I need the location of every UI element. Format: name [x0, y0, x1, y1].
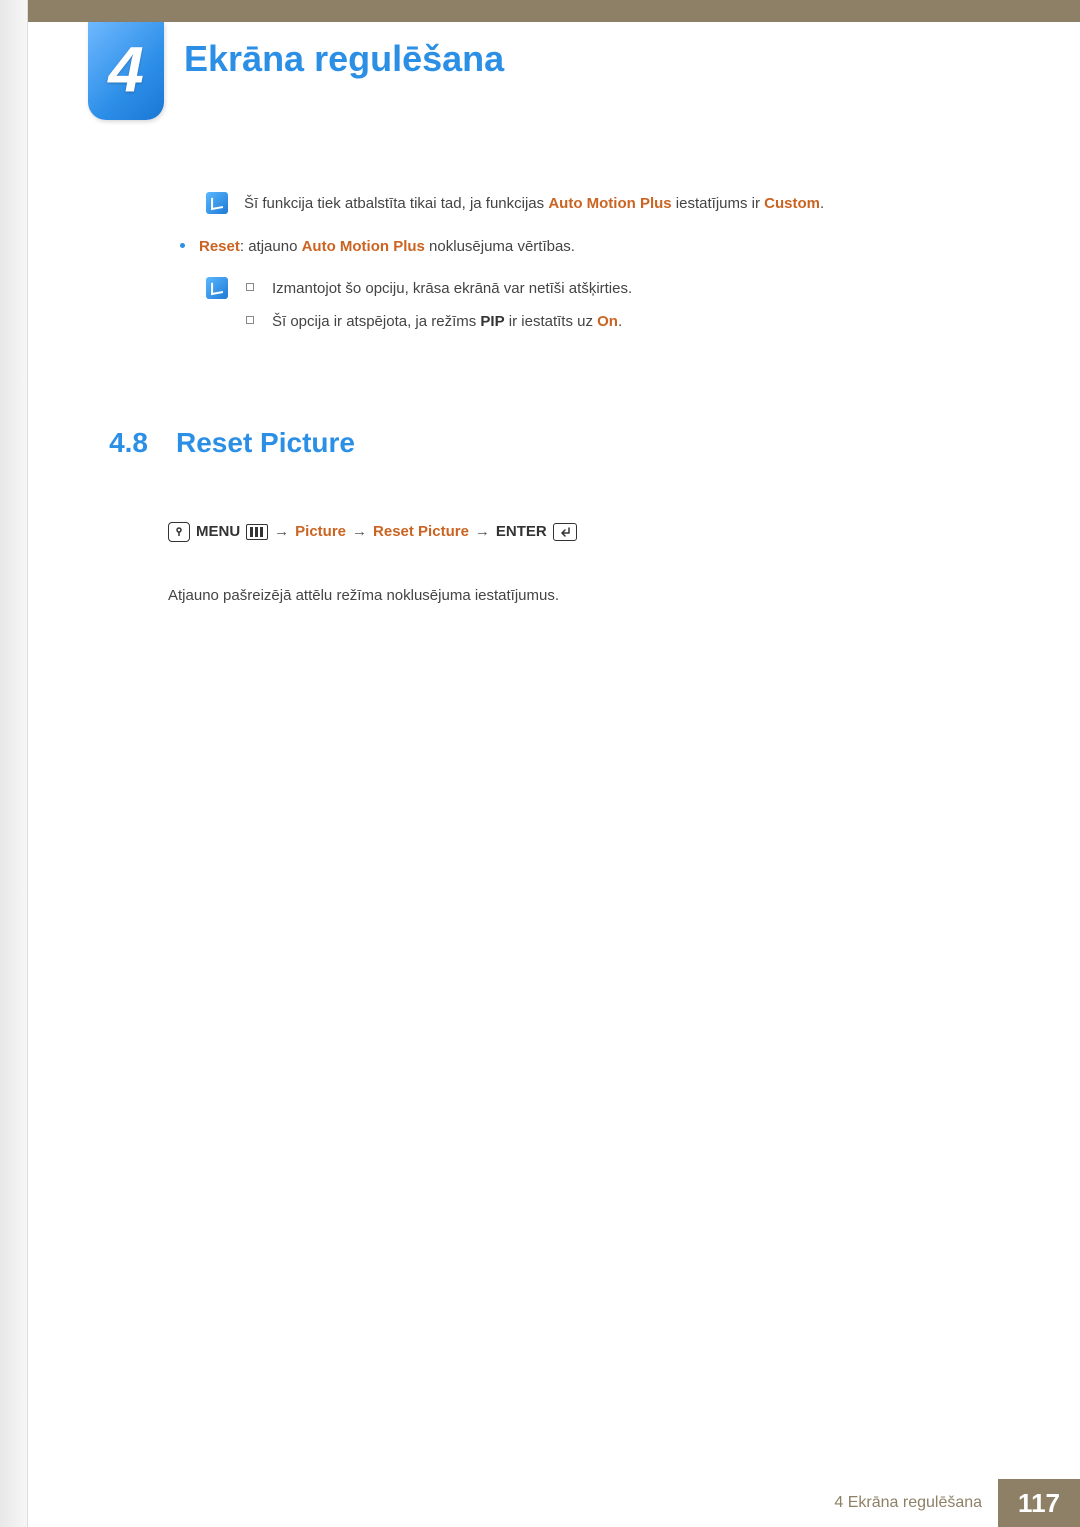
sub-item-2: Šī opcija ir atspējota, ja režīms PIP ir… [246, 310, 998, 333]
sub2-term-on: On [597, 313, 618, 330]
square-bullet-icon [246, 283, 254, 291]
page-footer: 4 Ekrāna regulēšana 117 [28, 1479, 1080, 1527]
menupath-reset-picture: Reset Picture [373, 520, 469, 543]
note1-middle: iestatījums ir [672, 195, 765, 212]
arrow-icon: → [475, 520, 490, 543]
chapter-tab: 4 [88, 22, 164, 120]
sub-item-1: Izmantojot šo opciju, krāsa ekrānā var n… [246, 277, 998, 300]
chapter-number: 4 [108, 33, 144, 107]
sub-note-block: Izmantojot šo opciju, krāsa ekrānā var n… [206, 277, 998, 344]
footer-chapter-label: 4 Ekrāna regulēšana [834, 1494, 982, 1512]
bullet-colon: : atjauno [240, 238, 302, 255]
page-top-band [28, 0, 1080, 22]
menupath-menu: MENU [196, 520, 240, 543]
note1-prefix: Šī funkcija tiek atbalstīta tikai tad, j… [244, 195, 548, 212]
bullet-text: Reset: atjauno Auto Motion Plus noklusēj… [199, 235, 575, 258]
section-title: Reset Picture [176, 421, 355, 464]
footer-page-number: 117 [998, 1479, 1080, 1527]
enter-icon [553, 523, 577, 541]
chapter-title: Ekrāna regulēšana [184, 38, 504, 80]
note-icon [206, 277, 228, 299]
sub2-middle: ir iestatīts uz [505, 313, 598, 330]
note1-suffix: . [820, 195, 824, 212]
section-number: 4.8 [88, 421, 148, 464]
arrow-icon: → [352, 520, 367, 543]
body-paragraph: Atjauno pašreizējā attēlu režīma noklusē… [168, 584, 998, 607]
bullet-term-reset: Reset [199, 238, 240, 255]
note1-term-custom: Custom [764, 195, 820, 212]
sub-item-2-text: Šī opcija ir atspējota, ja režīms PIP ir… [272, 310, 622, 333]
bullet-suffix: noklusējuma vērtības. [425, 238, 575, 255]
menupath-picture: Picture [295, 520, 346, 543]
sub-list: Izmantojot šo opciju, krāsa ekrānā var n… [246, 277, 998, 344]
menupath-enter: ENTER [496, 520, 547, 543]
note1-term-auto-motion-plus: Auto Motion Plus [548, 195, 671, 212]
remote-icon [168, 522, 190, 542]
sub2-prefix: Šī opcija ir atspējota, ja režīms [272, 313, 480, 330]
bullet-dot-icon [180, 243, 185, 248]
section-heading: 4.8 Reset Picture [88, 421, 998, 464]
note-icon [206, 192, 228, 214]
note-text-1: Šī funkcija tiek atbalstīta tikai tad, j… [244, 192, 998, 215]
arrow-icon: → [274, 520, 289, 543]
square-bullet-icon [246, 316, 254, 324]
sub2-suffix: . [618, 313, 622, 330]
menu-bars-icon [246, 524, 268, 540]
bullet-reset: Reset: atjauno Auto Motion Plus noklusēj… [180, 235, 998, 258]
sub-item-1-text: Izmantojot šo opciju, krāsa ekrānā var n… [272, 277, 632, 300]
page-content: Šī funkcija tiek atbalstīta tikai tad, j… [168, 192, 998, 607]
note-row-1: Šī funkcija tiek atbalstīta tikai tad, j… [206, 192, 998, 215]
sub2-term-pip: PIP [480, 313, 504, 330]
page-left-band [0, 0, 28, 1527]
bullet-term-amp: Auto Motion Plus [302, 238, 425, 255]
menu-path: MENU → Picture → Reset Picture → ENTER [168, 520, 998, 543]
